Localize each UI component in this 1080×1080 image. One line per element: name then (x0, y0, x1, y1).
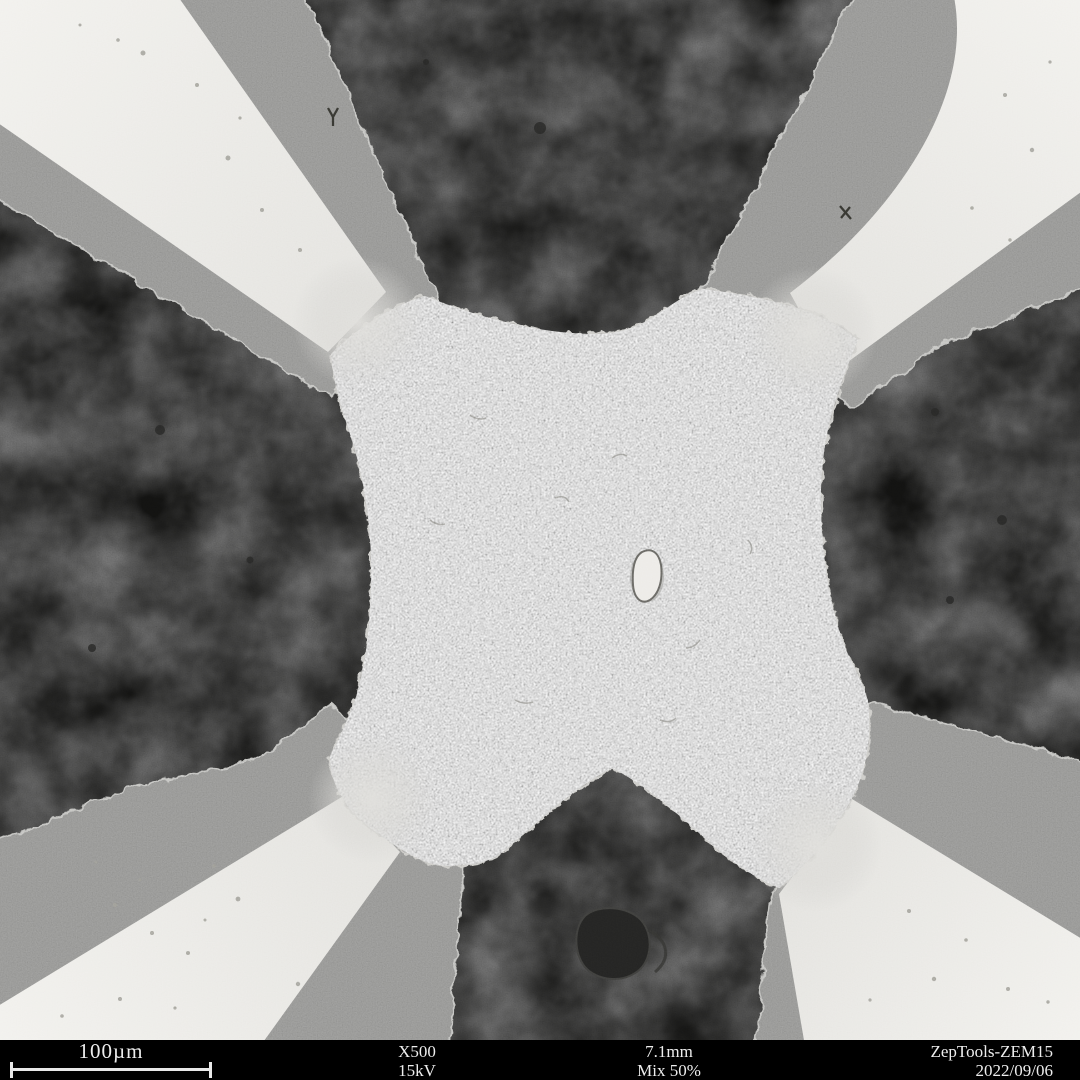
magnification-value: X500 (398, 1042, 436, 1061)
scale-bar-label: 100µm (10, 1041, 212, 1062)
voltage-value: 15kV (398, 1061, 436, 1080)
magnification-readout: X500 15kV (398, 1042, 436, 1080)
scale-bar-group: 100µm (10, 1041, 212, 1078)
working-distance-value: 7.1mm (637, 1042, 701, 1061)
film-grain-overlay (0, 0, 1080, 1040)
sem-micrograph-viewer: 100µm X500 15kV 7.1mm Mix 50% ZepTools-Z… (0, 0, 1080, 1080)
detector-mix-value: Mix 50% (637, 1061, 701, 1080)
micrograph-canvas (0, 0, 1080, 1040)
instrument-readout: ZepTools-ZEM15 2022/09/06 (930, 1042, 1053, 1080)
scale-bar-icon (10, 1062, 212, 1078)
capture-date: 2022/09/06 (930, 1061, 1053, 1080)
instrument-name: ZepTools-ZEM15 (930, 1042, 1053, 1061)
status-bar: 100µm X500 15kV 7.1mm Mix 50% ZepTools-Z… (0, 1040, 1080, 1080)
distance-readout: 7.1mm Mix 50% (637, 1042, 701, 1080)
